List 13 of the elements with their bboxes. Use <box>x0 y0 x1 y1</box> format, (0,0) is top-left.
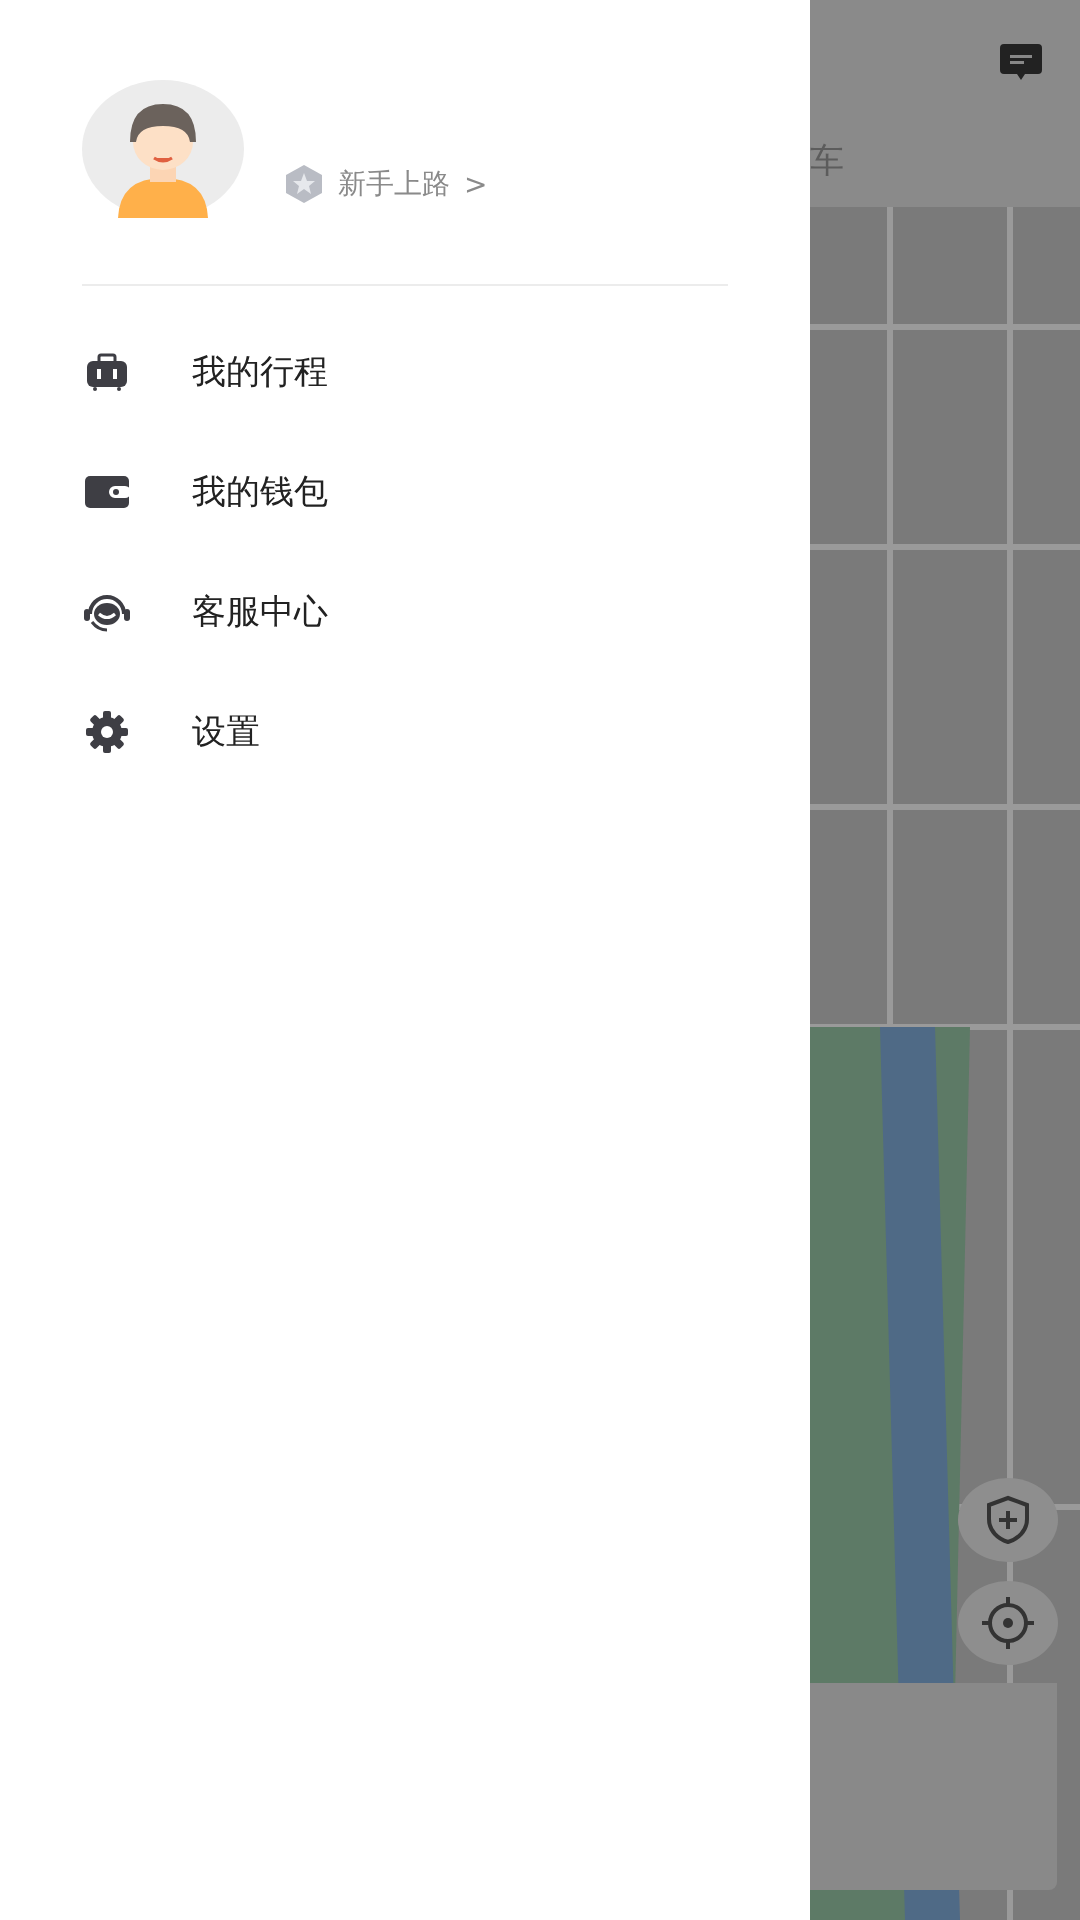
wallet-icon <box>85 476 129 508</box>
locate-icon <box>980 1595 1036 1651</box>
suitcase-icon <box>85 353 129 391</box>
menu-item[interactable]: 设置 <box>82 672 810 792</box>
message-icon[interactable] <box>1000 44 1042 80</box>
headset-icon <box>82 592 132 632</box>
settings-icon <box>85 710 129 754</box>
avatar[interactable] <box>82 80 244 218</box>
menu-item[interactable]: 我的行程 <box>82 312 810 432</box>
star-badge-icon <box>284 165 324 203</box>
menu-item[interactable]: 我的钱包 <box>82 432 810 552</box>
menu-item[interactable]: 客服中心 <box>82 552 810 672</box>
shield-icon <box>984 1495 1032 1545</box>
